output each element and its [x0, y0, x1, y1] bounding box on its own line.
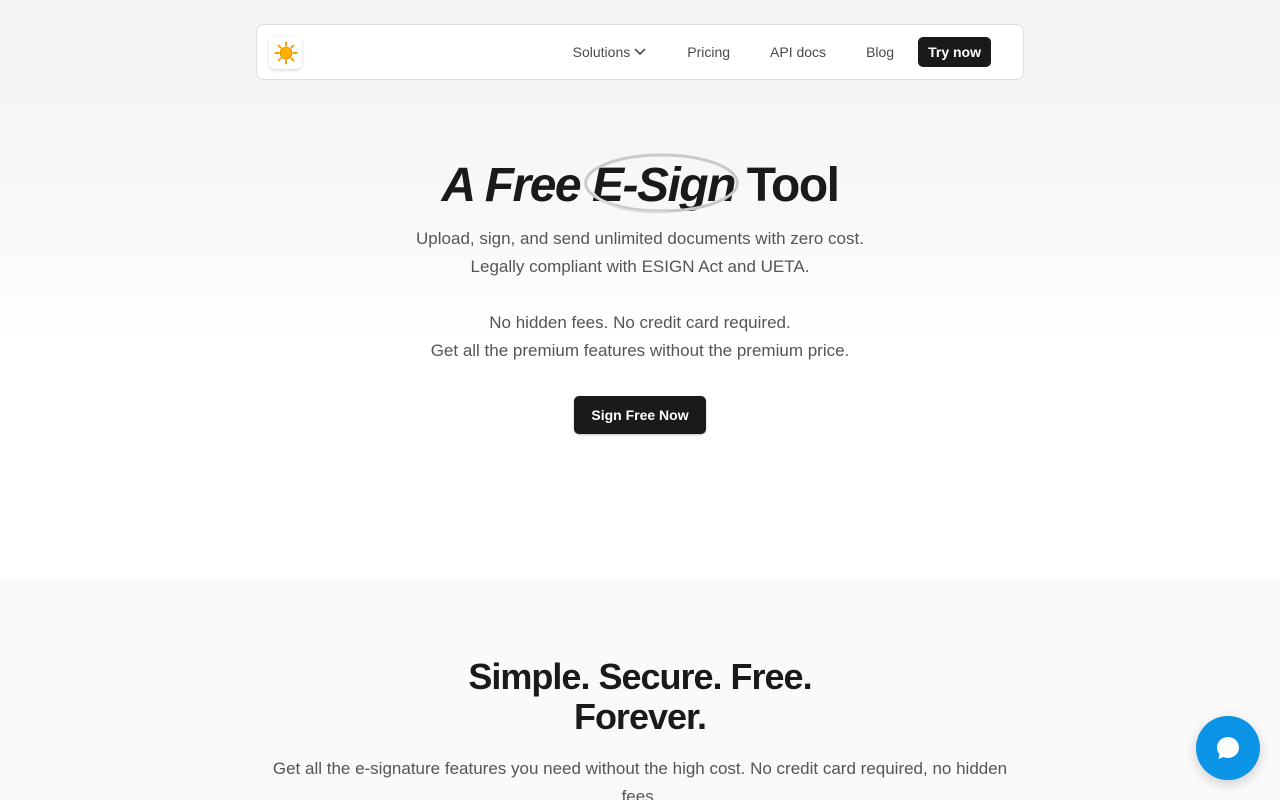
- navbar: Solutions Pricing API docs Blog Try now: [256, 24, 1024, 80]
- hero-title-part1: A Free: [441, 159, 592, 212]
- nav-pricing[interactable]: Pricing: [667, 37, 750, 67]
- chat-widget-button[interactable]: [1196, 716, 1260, 780]
- hero-title: A Free E-Sign Tool: [0, 153, 1280, 216]
- features-title-line2: Forever.: [573, 696, 707, 737]
- features-subtitle: Get all the e-signature features you nee…: [272, 759, 1008, 800]
- hero-line-2: Legally compliant with ESIGN Act and UET…: [470, 257, 810, 276]
- hero-background: [0, 0, 1280, 578]
- features-title-line1: Simple. Secure. Free.: [468, 656, 812, 697]
- chat-bubble-icon: [1217, 737, 1239, 759]
- nav-solutions[interactable]: Solutions: [553, 37, 668, 67]
- hero-line-3: No hidden fees. No credit card required.: [489, 313, 791, 332]
- nav-blog[interactable]: Blog: [846, 37, 914, 67]
- hero-title-part2: Tool: [734, 159, 840, 212]
- chevron-down-icon: [633, 45, 647, 59]
- sign-free-now-button[interactable]: Sign Free Now: [574, 396, 706, 434]
- sun-icon: [274, 41, 297, 64]
- nav-solutions-label: Solutions: [572, 44, 631, 60]
- hero-line-1: Upload, sign, and send unlimited documen…: [416, 229, 864, 248]
- hero-line-4: Get all the premium features without the…: [430, 341, 850, 360]
- hero-title-highlight: E-Sign: [591, 159, 737, 212]
- logo[interactable]: [269, 36, 302, 69]
- hero-title-highlight-wrap: E-Sign: [584, 153, 739, 216]
- features-title: Simple. Secure. Free. Forever.: [0, 657, 1280, 737]
- try-now-button[interactable]: Try now: [918, 37, 991, 67]
- nav-links: Solutions Pricing API docs Blog Try now: [553, 37, 991, 67]
- nav-api-docs[interactable]: API docs: [750, 37, 846, 67]
